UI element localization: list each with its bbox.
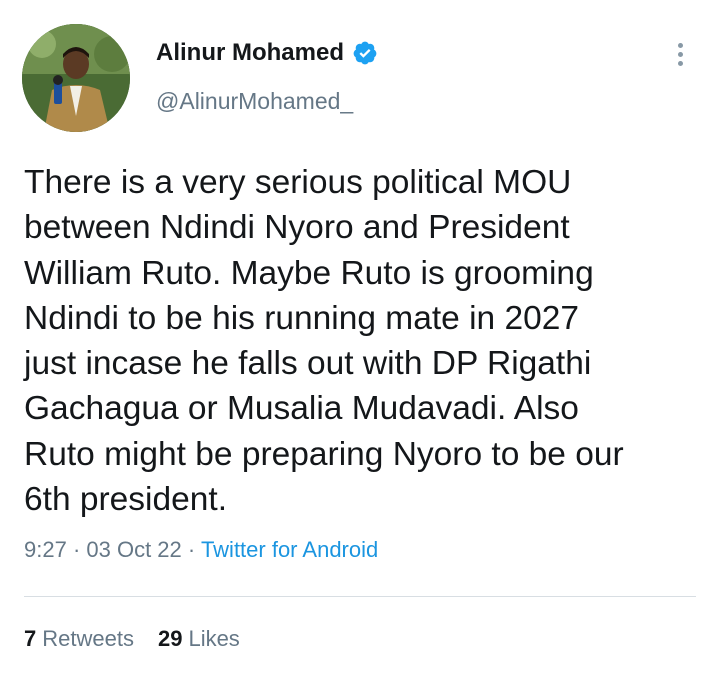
- author-handle[interactable]: @AlinurMohamed_: [156, 88, 353, 115]
- more-vertical-icon-dot: [677, 42, 683, 48]
- more-options-button[interactable]: [662, 36, 698, 72]
- verified-badge-icon: [352, 40, 378, 66]
- avatar-photo-icon: [22, 24, 130, 132]
- tweet-card: Alinur Mohamed @AlinurMohamed_ There is …: [0, 0, 720, 684]
- avatar[interactable]: [22, 24, 130, 132]
- tweet-text: There is a very serious political MOU be…: [24, 160, 714, 522]
- divider: [24, 596, 696, 597]
- tweet-date[interactable]: 03 Oct 22: [86, 537, 181, 562]
- author-display-name[interactable]: Alinur Mohamed: [156, 39, 344, 67]
- tweet-time[interactable]: 9:27: [24, 537, 67, 562]
- author-name-row: Alinur Mohamed: [156, 37, 378, 69]
- retweets-count: 7: [24, 626, 37, 651]
- more-vertical-icon-dot: [677, 51, 683, 57]
- retweets-stat[interactable]: 7 Retweets: [24, 626, 134, 652]
- tweet-text-line: just incase he falls out with DP Rigathi: [24, 345, 592, 383]
- retweets-label: Retweets: [42, 626, 134, 651]
- tweet-text-line: William Ruto. Maybe Ruto is grooming: [24, 254, 594, 292]
- tweet-meta: 9:27 · 03 Oct 22 · Twitter for Android: [24, 537, 378, 563]
- tweet-text-line: between Ndindi Nyoro and President: [24, 209, 570, 247]
- tweet-text-line: Ndindi to be his running mate in 2027: [24, 299, 579, 337]
- tweet-text-line: Gachagua or Musalia Mudavadi. Also: [24, 390, 579, 428]
- likes-count: 29: [157, 626, 183, 651]
- tweet-stats: 7 Retweets 29 Likes: [24, 626, 240, 652]
- tweet-text-line: Ruto might be preparing Nyoro to be our: [24, 435, 624, 473]
- more-vertical-icon-dot: [677, 60, 683, 66]
- likes-label: Likes: [188, 626, 240, 651]
- meta-separator: ·: [66, 537, 87, 562]
- tweet-source-link[interactable]: Twitter for Android: [201, 537, 378, 562]
- tweet-text-line: There is a very serious political MOU: [24, 164, 572, 201]
- meta-separator: ·: [181, 537, 201, 562]
- tweet-text-line: 6th president.: [24, 481, 227, 519]
- likes-stat[interactable]: 29 Likes: [158, 626, 240, 652]
